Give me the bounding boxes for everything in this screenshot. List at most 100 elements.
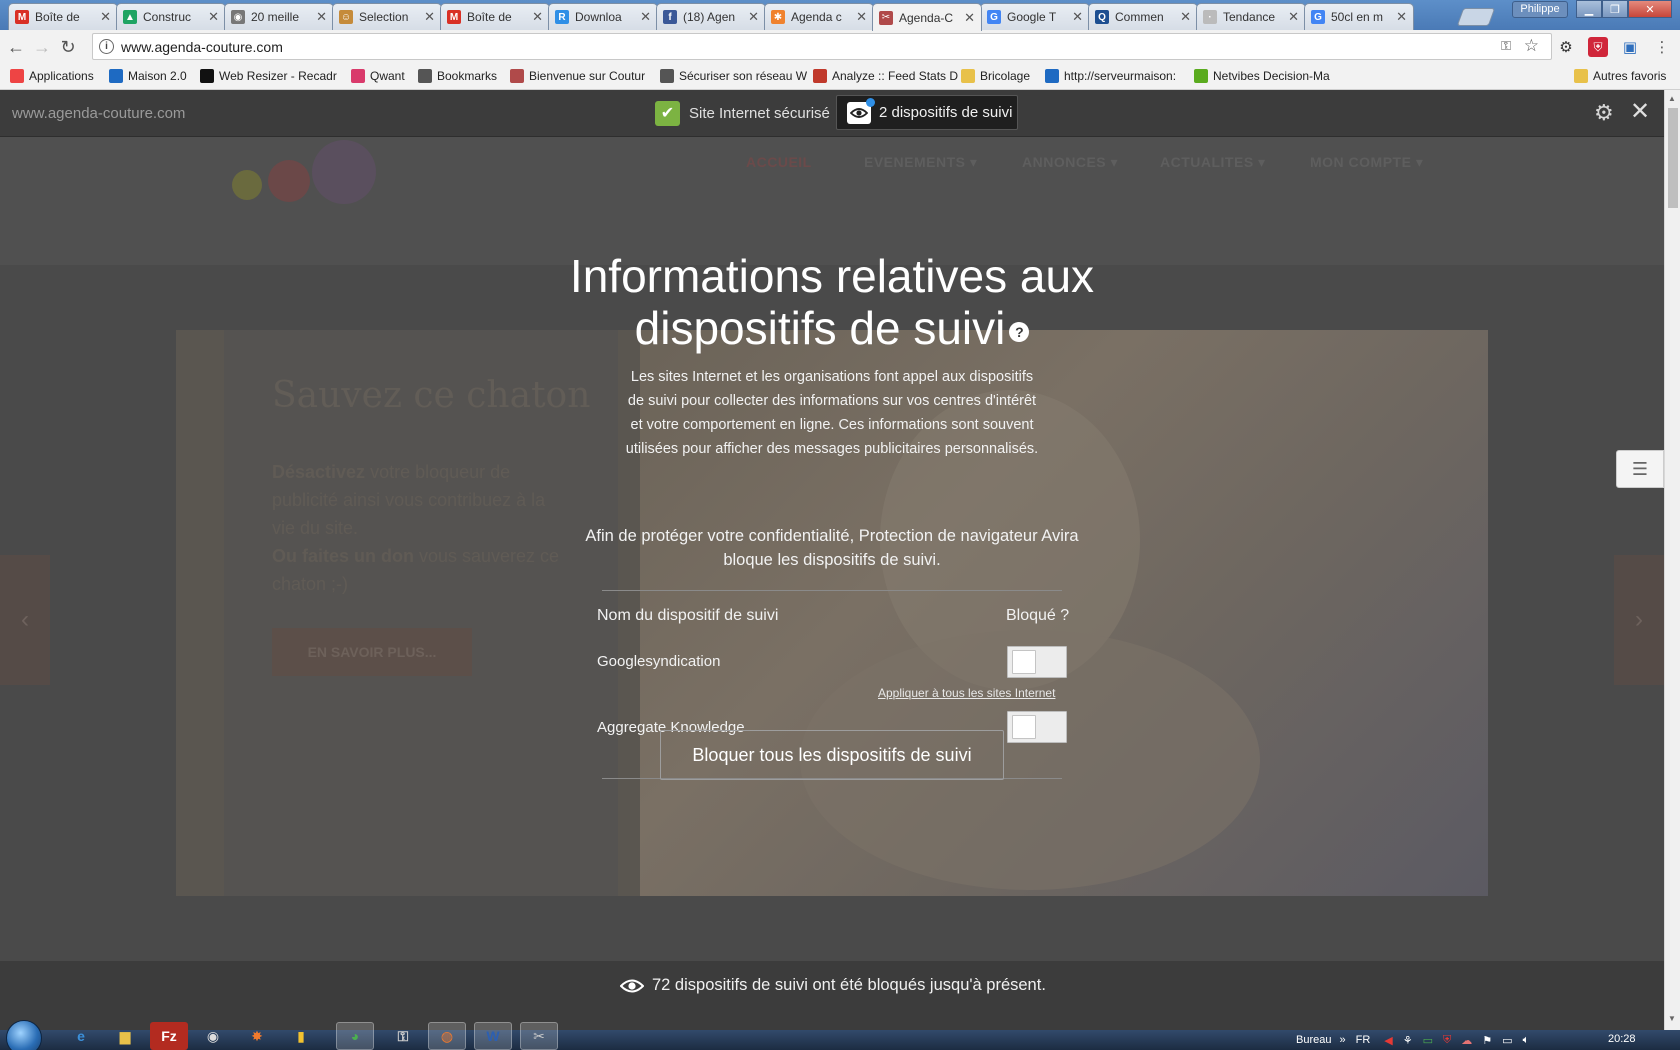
extension-window-icon[interactable]: ▣: [1620, 37, 1640, 57]
usb-drive-icon[interactable]: ⚿: [384, 1022, 422, 1050]
new-tab-button[interactable]: [1456, 8, 1496, 26]
restore-button[interactable]: ❐: [1602, 0, 1628, 18]
screenshot-tool-icon[interactable]: ✂: [520, 1022, 558, 1050]
minimize-button[interactable]: ▁: [1576, 0, 1602, 18]
bookmark-item[interactable]: Qwant: [351, 69, 405, 83]
xampp-icon[interactable]: ✸: [238, 1022, 276, 1050]
media-player-icon[interactable]: ◉: [194, 1022, 232, 1050]
web-page: ACCUEIL EVENEMENTS ▾ ANNONCES ▾ ACTUALITES …: [0, 90, 1680, 1030]
avira-tray-icon[interactable]: ⛨: [1443, 1034, 1451, 1047]
browser-tab[interactable]: ☺ Selection ✕: [332, 3, 442, 30]
browser-tab[interactable]: f (18) Agen ✕: [656, 3, 766, 30]
browser-tab[interactable]: Q Commen ✕: [1088, 3, 1198, 30]
tab-close-icon[interactable]: ✕: [1072, 9, 1083, 25]
site-menu-item[interactable]: ACTUALITES ▾: [1160, 154, 1266, 171]
bookmark-item[interactable]: Bienvenue sur Coutur: [510, 69, 645, 83]
browser-tab[interactable]: G Google T ✕: [980, 3, 1090, 30]
bookmark-item[interactable]: Web Resizer - Recadr: [200, 69, 337, 83]
word-icon[interactable]: W: [474, 1022, 512, 1050]
tab-close-icon[interactable]: ✕: [532, 9, 543, 25]
language-indicator[interactable]: FR: [1356, 1034, 1371, 1046]
tab-close-icon[interactable]: ✕: [640, 9, 651, 25]
close-window-button[interactable]: ✕: [1628, 0, 1672, 18]
chrome-icon[interactable]: ◕: [336, 1022, 374, 1050]
site-menu-item[interactable]: MON COMPTE ▾: [1310, 154, 1423, 171]
block-toggle-googlesyndication[interactable]: [1007, 646, 1067, 678]
toolbar-expand-icon[interactable]: »: [1339, 1034, 1345, 1046]
clock[interactable]: 20:28: [1608, 1033, 1636, 1045]
file-explorer-icon[interactable]: ▆: [106, 1022, 144, 1050]
tab-close-icon[interactable]: ✕: [748, 9, 759, 25]
browser-tab[interactable]: ✱ Agenda c ✕: [764, 3, 874, 30]
avira-extension-icon[interactable]: ⛨: [1588, 37, 1608, 57]
help-icon[interactable]: ?: [1009, 321, 1030, 342]
browser-tab[interactable]: · Tendance ✕: [1196, 3, 1306, 30]
bookmark-item[interactable]: Analyze :: Feed Stats D: [813, 69, 958, 83]
overlay-settings-gear-icon[interactable]: ⚙: [1594, 100, 1614, 126]
reload-icon[interactable]: ↻: [56, 36, 80, 58]
archive-icon[interactable]: ▮: [282, 1022, 320, 1050]
tab-close-icon[interactable]: ✕: [1288, 9, 1299, 25]
settings-gear-icon[interactable]: ⚙: [1556, 37, 1576, 57]
site-menu-item[interactable]: EVENEMENTS ▾: [864, 154, 977, 171]
internet-explorer-icon[interactable]: e: [62, 1022, 100, 1050]
tab-close-icon[interactable]: ✕: [856, 9, 867, 25]
cloud-icon[interactable]: ☁: [1461, 1034, 1472, 1047]
scroll-up-icon[interactable]: ▲: [1668, 94, 1676, 103]
start-button[interactable]: [6, 1020, 42, 1050]
tab-close-icon[interactable]: ✕: [424, 9, 435, 25]
bookmark-item[interactable]: http://serveurmaison:: [1045, 69, 1176, 83]
address-bar[interactable]: i www.agenda-couture.com ⚿ ☆: [92, 33, 1552, 60]
tab-close-icon[interactable]: ✕: [316, 9, 327, 25]
scroll-down-icon[interactable]: ▼: [1668, 1014, 1676, 1023]
apply-to-all-sites-link[interactable]: Appliquer à tous les sites Internet: [878, 686, 1055, 700]
block-all-trackers-button[interactable]: Bloquer tous les dispositifs de suivi: [660, 730, 1004, 780]
tab-close-icon[interactable]: ✕: [1180, 9, 1191, 25]
network-icon[interactable]: ⚘: [1403, 1034, 1413, 1047]
bookmark-star-icon[interactable]: ☆: [1524, 36, 1539, 56]
logo-button-purple[interactable]: [312, 140, 376, 204]
volume-warning-icon[interactable]: ◀: [1384, 1034, 1392, 1047]
bookmark-item[interactable]: Bricolage: [961, 69, 1030, 83]
tab-close-icon[interactable]: ✕: [208, 9, 219, 25]
firefox-icon[interactable]: ◍: [428, 1022, 466, 1050]
secure-site-badge[interactable]: ✔ Site Internet sécurisé: [655, 98, 830, 128]
action-center-flag-icon[interactable]: ⚑: [1482, 1034, 1492, 1047]
bookmark-item[interactable]: Netvibes Decision-Ma: [1194, 69, 1330, 83]
tab-close-icon[interactable]: ✕: [1396, 9, 1407, 25]
browser-tab[interactable]: M Boîte de ✕: [440, 3, 550, 30]
browser-tab[interactable]: ◉ 20 meille ✕: [224, 3, 334, 30]
browser-tab[interactable]: R Downloa ✕: [548, 3, 658, 30]
feedback-chat-icon[interactable]: ☰: [1616, 450, 1664, 488]
back-icon[interactable]: ←: [4, 36, 28, 58]
block-toggle-aggregate-knowledge[interactable]: [1007, 711, 1067, 743]
dsm-icon: [1045, 69, 1059, 83]
browser-tab[interactable]: ▲ Construc ✕: [116, 3, 226, 30]
bookmark-item[interactable]: Applications: [10, 69, 94, 83]
bookmark-item[interactable]: Maison 2.0: [109, 69, 187, 83]
tracker-count-badge[interactable]: 2 dispositifs de suivi: [836, 95, 1018, 130]
forward-icon[interactable]: →: [30, 36, 54, 58]
browser-tab[interactable]: M Boîte de ✕: [8, 3, 118, 30]
overlay-close-icon[interactable]: ✕: [1630, 97, 1650, 126]
key-icon[interactable]: ⚿: [1501, 38, 1511, 54]
site-info-icon[interactable]: i: [99, 39, 114, 54]
bookmark-item[interactable]: Autres favoris: [1574, 69, 1666, 83]
site-menu-item[interactable]: ACCUEIL: [746, 154, 812, 170]
scrollbar-thumb[interactable]: [1668, 108, 1678, 208]
site-menu-item[interactable]: ANNONCES ▾: [1022, 154, 1118, 171]
browser-tab[interactable]: ✂ Agenda-C ✕: [872, 3, 982, 31]
page-scrollbar[interactable]: ▲ ▼: [1664, 90, 1680, 1030]
tab-close-icon[interactable]: ✕: [100, 9, 111, 25]
display-icon[interactable]: ▭: [1502, 1034, 1512, 1047]
filezilla-icon[interactable]: Fz: [150, 1022, 188, 1050]
desktop-toolbar-label[interactable]: Bureau: [1296, 1034, 1331, 1046]
speaker-icon[interactable]: 🔈︎: [1523, 1034, 1530, 1047]
browser-tab[interactable]: G 50cl en m ✕: [1304, 3, 1414, 30]
bookmark-item[interactable]: Bookmarks: [418, 69, 497, 83]
tab-close-icon[interactable]: ✕: [964, 10, 975, 26]
menu-dots-icon[interactable]: ⋮: [1652, 37, 1672, 57]
profile-button[interactable]: Philippe: [1512, 1, 1568, 18]
bookmark-item[interactable]: Sécuriser son réseau W: [660, 69, 807, 83]
battery-icon[interactable]: ▭: [1423, 1034, 1433, 1047]
